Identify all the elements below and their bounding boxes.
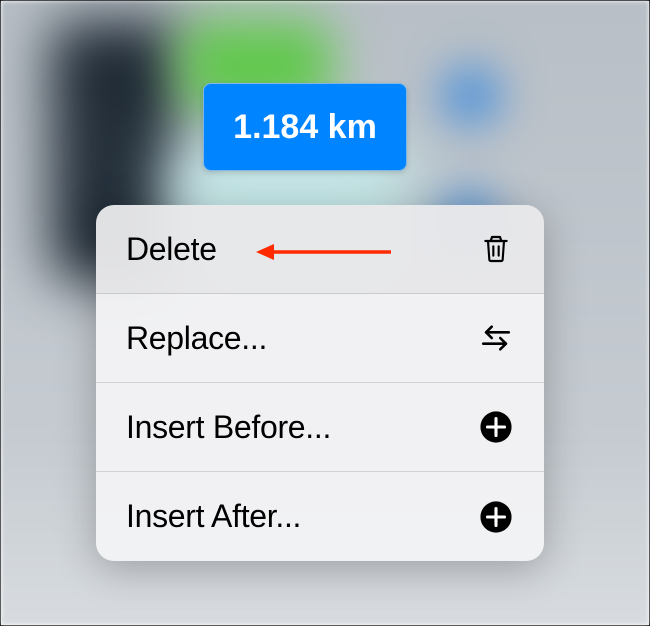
menu-item-label: Replace... (126, 320, 267, 357)
plus-icon (478, 499, 514, 535)
menu-item-label: Delete (126, 231, 217, 268)
menu-item-replace[interactable]: Replace... (96, 294, 544, 383)
value-token[interactable]: 1.184 km (203, 83, 407, 171)
menu-item-delete[interactable]: Delete (96, 205, 544, 294)
menu-item-label: Insert Before... (126, 409, 331, 446)
swap-icon (478, 320, 514, 356)
token-label: 1.184 km (233, 108, 377, 147)
context-menu: Delete Replace... Insert Before... (96, 205, 544, 561)
menu-item-insert-before[interactable]: Insert Before... (96, 383, 544, 472)
menu-item-label: Insert After... (126, 498, 301, 535)
bg-blur-dot (441, 66, 501, 126)
menu-item-insert-after[interactable]: Insert After... (96, 472, 544, 561)
plus-icon (478, 409, 514, 445)
trash-icon (478, 231, 514, 267)
